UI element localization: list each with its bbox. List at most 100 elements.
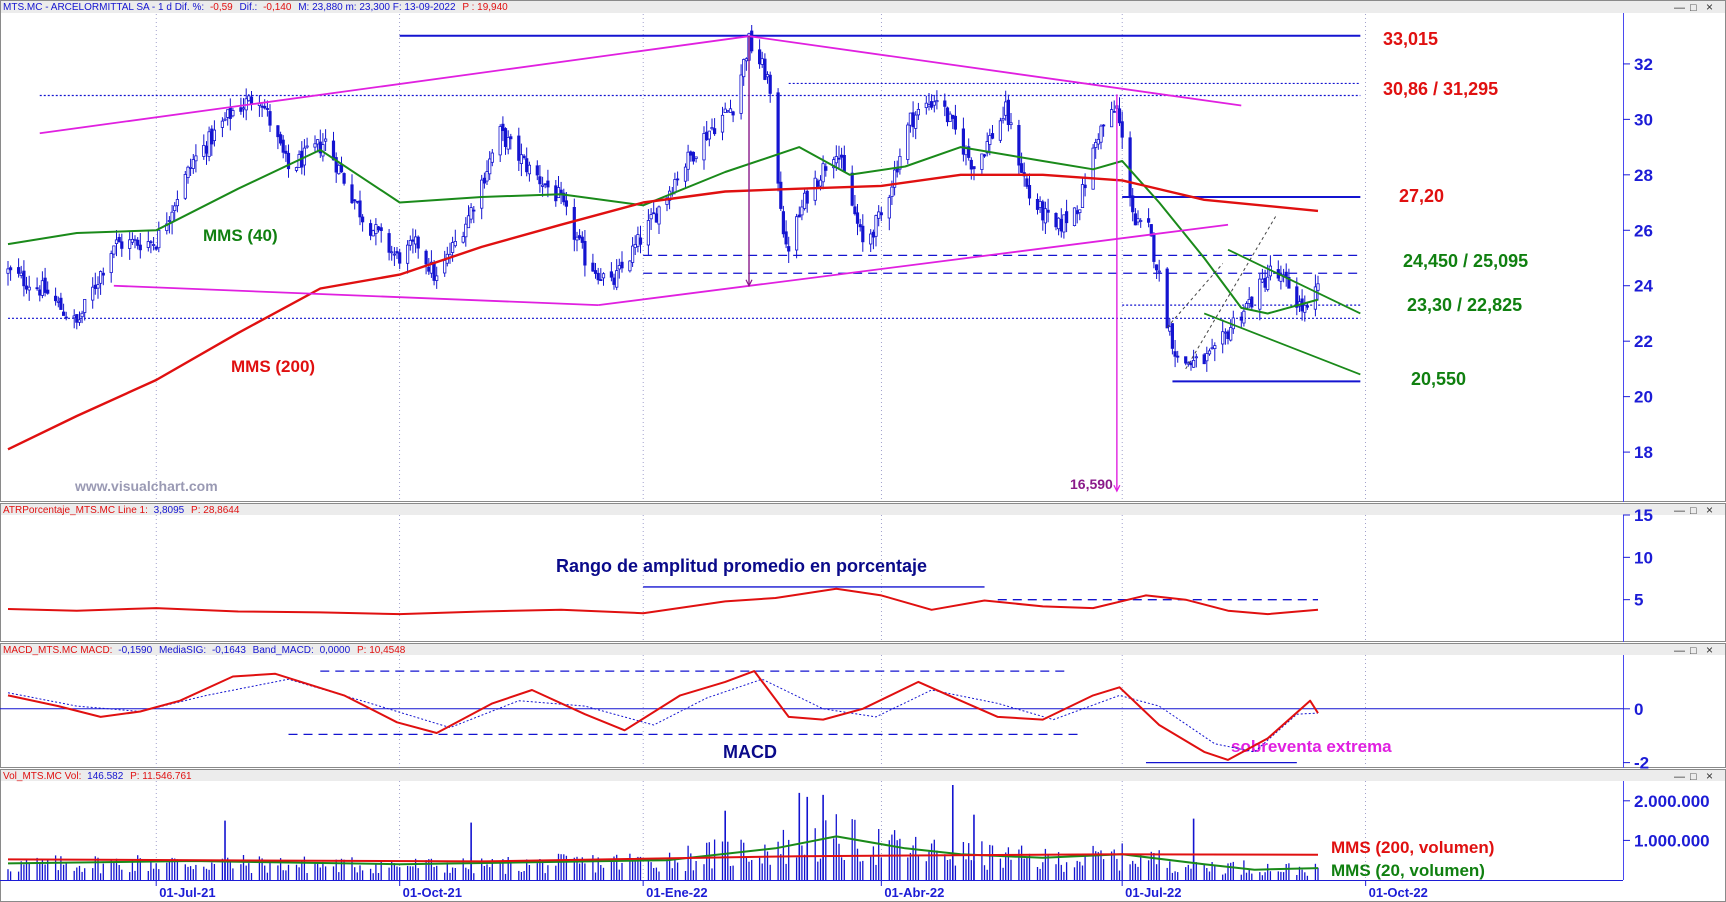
candle-body: [450, 242, 455, 253]
candle-body: [1226, 331, 1230, 339]
candle-body: [464, 223, 468, 238]
candle-body: [906, 124, 910, 160]
window-controls-atr: — □ ×: [1674, 503, 1713, 517]
macd-header: MACD_MTS.MC MACD: -0,1590 MediaSIG: -0,1…: [3, 645, 406, 656]
candle-body: [1213, 345, 1217, 350]
minimize-button[interactable]: —: [1674, 505, 1685, 517]
candle-body: [1250, 296, 1254, 308]
candle-body: [38, 289, 42, 296]
candle-body: [35, 287, 39, 290]
price-header-p: P : 19,940: [462, 2, 508, 13]
candle-body: [689, 151, 693, 156]
candle-body: [157, 229, 161, 249]
atr-y-tick-label: 10: [1634, 548, 1653, 567]
candle-body: [149, 241, 153, 244]
candle-body: [803, 192, 807, 209]
candle-body: [8, 267, 13, 271]
candle-body: [390, 251, 394, 254]
candle-body: [1207, 350, 1212, 355]
candle-body: [77, 319, 82, 323]
maximize-button[interactable]: □: [1690, 645, 1697, 657]
mma40-label: MMS (40): [203, 226, 278, 245]
candle-body: [596, 272, 600, 281]
candle-body: [6, 268, 10, 274]
candle-body: [1078, 209, 1082, 214]
candle-body: [750, 30, 754, 52]
watermark: www.visualchart.com: [74, 478, 218, 494]
candle-body: [691, 151, 696, 162]
candle-body: [879, 212, 883, 216]
vol-mma20-label: MMS (20, volumen): [1331, 861, 1485, 880]
candle-body: [376, 226, 381, 231]
candle-body: [1001, 118, 1005, 121]
maximize-button[interactable]: □: [1690, 2, 1697, 14]
candle-body: [1025, 178, 1029, 187]
candle-body: [220, 120, 224, 128]
candle-body: [943, 100, 947, 107]
candle-body: [133, 238, 137, 241]
candle-body: [763, 58, 767, 80]
close-button[interactable]: ×: [1706, 0, 1713, 14]
mma200-line: [7, 173, 1319, 451]
candle-body: [1054, 212, 1058, 228]
candle-body: [59, 297, 63, 310]
candle-body: [758, 49, 762, 65]
candle-body: [294, 167, 299, 171]
candle-body: [167, 220, 171, 222]
candle-body: [101, 272, 105, 276]
candle-body: [509, 136, 513, 140]
candle-body: [1120, 121, 1124, 138]
candle-body: [43, 277, 47, 293]
candle-body: [784, 231, 788, 245]
maximize-button[interactable]: □: [1690, 771, 1697, 783]
candle-body: [482, 177, 487, 184]
candle-body: [1057, 217, 1061, 230]
candle-body: [713, 128, 717, 135]
candle-body: [840, 154, 844, 158]
candle-body: [183, 173, 187, 199]
minimize-button[interactable]: —: [1674, 771, 1685, 783]
macd-y-tick-label: 0: [1634, 700, 1643, 719]
candle-body: [824, 166, 828, 171]
close-button[interactable]: ×: [1706, 769, 1713, 783]
candle-body: [702, 133, 706, 161]
candle-body: [842, 154, 846, 172]
candle-body: [527, 164, 532, 175]
candle-body: [887, 197, 891, 219]
macd-header-band-label: Band_MACD:: [253, 645, 314, 656]
candle-body: [1017, 125, 1021, 166]
candle-body: [263, 105, 267, 109]
minimize-button[interactable]: —: [1674, 2, 1685, 14]
candle-body: [387, 233, 391, 253]
candle-body: [64, 316, 68, 319]
candle-body: [1102, 124, 1106, 127]
candle-body: [855, 212, 860, 224]
minimize-button[interactable]: —: [1674, 645, 1685, 657]
candle-body: [961, 128, 966, 155]
candle-body: [239, 107, 243, 112]
candle-body: [408, 239, 412, 246]
candle-body: [1065, 211, 1069, 224]
candle-body: [609, 271, 614, 278]
candle-body: [154, 246, 158, 250]
candle-body: [210, 128, 214, 145]
candle-body: [948, 113, 952, 122]
chart-canvas[interactable]: MTS.MC - ARCELORMITTAL SA - 1 d Dif. %: …: [0, 0, 1726, 902]
candle-body: [543, 183, 547, 186]
candle-body: [646, 220, 651, 246]
candle-body: [797, 214, 801, 218]
candle-body: [591, 262, 595, 272]
candle-body: [1046, 209, 1050, 213]
candle-body: [601, 273, 606, 279]
candle-body: [472, 209, 476, 212]
candle-body: [358, 200, 362, 218]
candle-body: [416, 236, 420, 249]
vol-y-tick-label: 1.000.000: [1634, 831, 1710, 850]
macd-header-macd: -0,1590: [118, 645, 152, 656]
maximize-button[interactable]: □: [1690, 505, 1697, 517]
candle-body: [1221, 331, 1225, 345]
atr-header-name: ATRPorcentaje_MTS.MC Line 1:: [3, 505, 148, 516]
close-button[interactable]: ×: [1706, 503, 1713, 517]
close-button[interactable]: ×: [1706, 643, 1713, 657]
macd-title: MACD: [723, 742, 777, 762]
